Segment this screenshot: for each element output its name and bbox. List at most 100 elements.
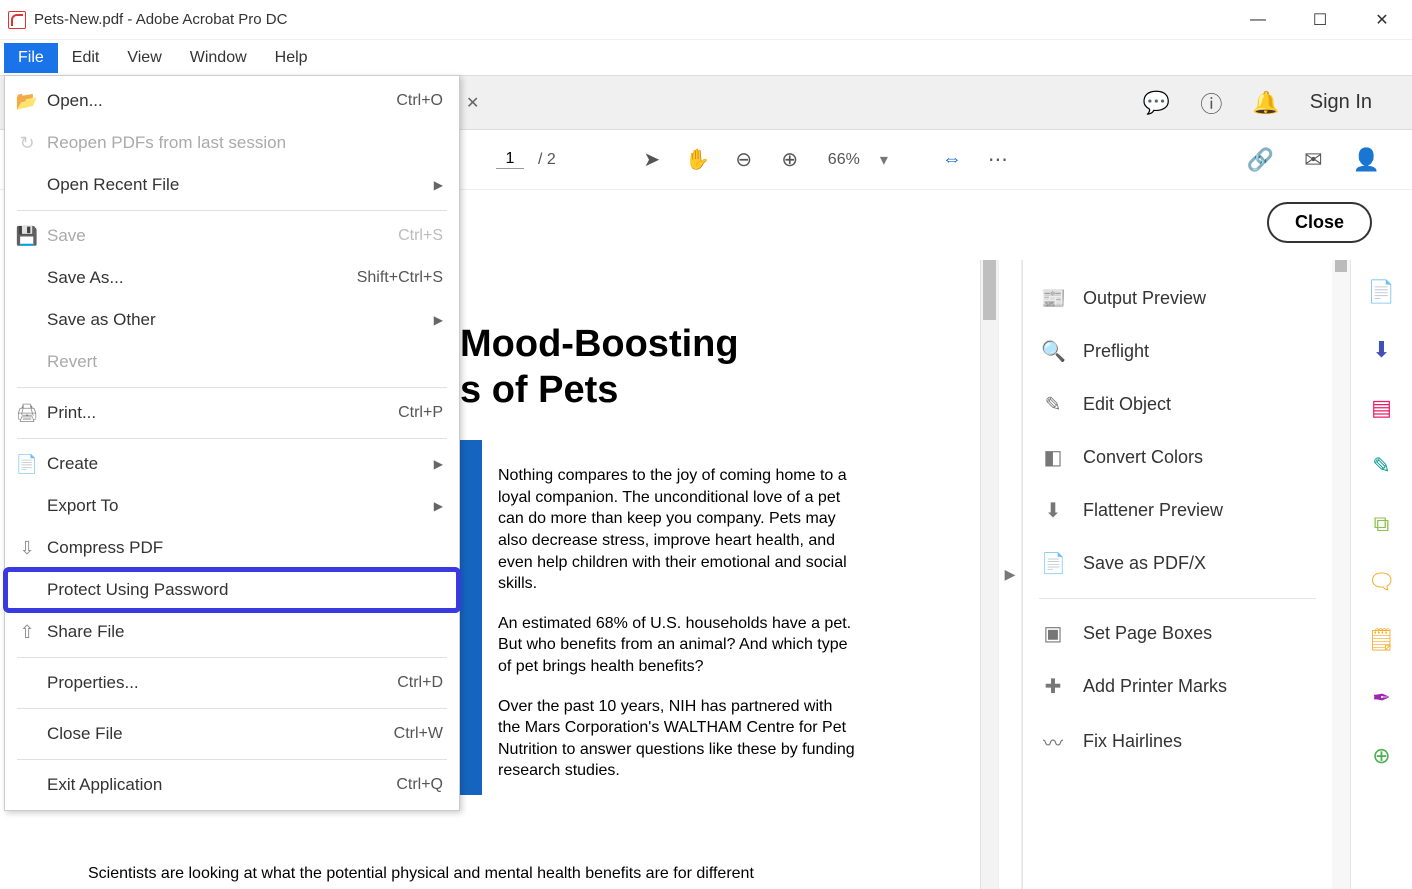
submenu-arrow-icon: ▶ — [434, 499, 443, 513]
menu-print-shortcut: Ctrl+P — [398, 404, 443, 422]
titlebar: Pets-New.pdf - Adobe Acrobat Pro DC — ☐ … — [0, 0, 1412, 40]
menu-saveas-shortcut: Shift+Ctrl+S — [357, 269, 443, 287]
comment-icon[interactable]: 💬 — [1143, 90, 1170, 116]
menu-help[interactable]: Help — [261, 43, 322, 73]
tool-flattener-preview[interactable]: ⬇ Flattener Preview — [1023, 484, 1332, 537]
doc-footer-text: Scientists are looking at what the poten… — [88, 865, 940, 883]
tool-add-printer-marks[interactable]: ✚Add Printer Marks — [1023, 660, 1332, 713]
menu-exit-shortcut: Ctrl+Q — [396, 776, 443, 794]
flattener-icon: ⬇ — [1041, 498, 1065, 523]
menu-close-file-label: Close File — [47, 724, 123, 744]
reopen-icon: ↻ — [15, 133, 39, 154]
menu-share[interactable]: ⇧ Share File — [5, 611, 459, 653]
select-tool-icon[interactable]: ➤ — [636, 144, 668, 176]
mail-icon[interactable]: ✉ — [1304, 147, 1322, 173]
tool-label: Convert Colors — [1083, 447, 1203, 468]
tool-output-preview[interactable]: 📰Output Preview — [1023, 272, 1332, 325]
menu-print[interactable]: 🖨 Print... Ctrl+P — [5, 392, 459, 434]
save-pdfx-icon: 📄 — [1041, 551, 1065, 576]
strip-sign-icon[interactable]: ✒ — [1368, 684, 1396, 712]
menu-create-label: Create — [47, 454, 98, 474]
panel-scroll-thumb[interactable] — [1335, 260, 1347, 272]
zoom-dropdown-icon[interactable]: ▾ — [880, 150, 888, 170]
menu-properties-shortcut: Ctrl+D — [397, 674, 443, 692]
window-title: Pets-New.pdf - Adobe Acrobat Pro DC — [34, 11, 287, 28]
menu-export[interactable]: Export To ▶ — [5, 485, 459, 527]
menu-saveother[interactable]: Save as Other ▶ — [5, 299, 459, 341]
close-window-button[interactable]: ✕ — [1372, 10, 1392, 30]
link-icon[interactable]: 🔗 — [1247, 147, 1274, 173]
strip-comment-icon[interactable]: 🗨 — [1368, 568, 1396, 596]
bell-icon[interactable]: 🔔 — [1252, 90, 1279, 116]
menu-open[interactable]: 📂 Open... Ctrl+O — [5, 80, 459, 122]
panel-scrollbar[interactable] — [1332, 260, 1350, 889]
menu-close-file[interactable]: Close File Ctrl+W — [5, 713, 459, 755]
menu-file[interactable]: File — [4, 43, 58, 73]
strip-combine-icon[interactable]: ⧉ — [1368, 510, 1396, 538]
fit-width-icon[interactable]: ⇔ — [936, 144, 968, 176]
more-icon[interactable]: ⋯ — [982, 144, 1014, 176]
page-total: / 2 — [538, 151, 556, 169]
menu-properties[interactable]: Properties... Ctrl+D — [5, 662, 459, 704]
panel-expand-handle[interactable]: ▶ — [998, 260, 1022, 889]
save-icon: 💾 — [15, 226, 39, 247]
tool-label: Save as PDF/X — [1083, 553, 1206, 574]
page-number-input[interactable] — [496, 150, 524, 169]
tool-save-pdfx[interactable]: 📄 Save as PDF/X — [1023, 537, 1332, 590]
menu-recent[interactable]: Open Recent File ▶ — [5, 164, 459, 206]
document-scrollbar[interactable] — [980, 260, 998, 889]
scrollbar-thumb[interactable] — [983, 260, 996, 320]
app-icon — [8, 11, 26, 29]
strip-more-tools-icon[interactable]: ⊕ — [1368, 742, 1396, 770]
zoom-out-icon[interactable]: ⊖ — [728, 144, 760, 176]
menu-saveas-label: Save As... — [47, 268, 124, 288]
tab-close-icon[interactable]: ✕ — [466, 93, 479, 113]
menu-open-label: Open... — [47, 91, 103, 111]
menu-compress-label: Compress PDF — [47, 538, 163, 558]
hand-tool-icon[interactable]: ✋ — [682, 144, 714, 176]
menu-saveother-label: Save as Other — [47, 310, 156, 330]
right-icon-strip: 📄 ⬇ ▤ ✎ ⧉ 🗨 🗒 ✒ ⊕ — [1350, 260, 1412, 889]
menu-revert-label: Revert — [47, 352, 97, 372]
menu-protect-label: Protect Using Password — [47, 580, 228, 600]
document-body: Nothing compares to the joy of coming ho… — [498, 465, 858, 782]
strip-note-icon[interactable]: 🗒 — [1368, 626, 1396, 654]
strip-organize-icon[interactable]: ▤ — [1368, 394, 1396, 422]
help-icon[interactable]: ⓘ — [1200, 87, 1222, 119]
submenu-arrow-icon: ▶ — [434, 178, 443, 192]
document-title: Mood-Boosting s of Pets — [460, 322, 950, 413]
menu-save-shortcut: Ctrl+S — [398, 227, 443, 245]
minimize-button[interactable]: — — [1248, 10, 1268, 30]
add-person-icon[interactable]: 👤 — [1353, 147, 1380, 173]
maximize-button[interactable]: ☐ — [1310, 10, 1330, 30]
tool-edit-object[interactable]: ✎Edit Object — [1023, 378, 1332, 431]
menu-create[interactable]: 📄 Create ▶ — [5, 443, 459, 485]
menu-view[interactable]: View — [113, 43, 175, 73]
menu-saveas[interactable]: Save As... Shift+Ctrl+S — [5, 257, 459, 299]
doc-title-line1: Mood-Boosting — [460, 323, 739, 365]
print-icon: 🖨 — [15, 403, 39, 424]
tool-fix-hairlines[interactable]: 〰Fix Hairlines — [1023, 713, 1332, 770]
menu-recent-label: Open Recent File — [47, 175, 179, 195]
tool-label: Flattener Preview — [1083, 500, 1223, 521]
menu-compress[interactable]: ⇩ Compress PDF — [5, 527, 459, 569]
menu-protect-password[interactable]: Protect Using Password — [5, 569, 459, 611]
menu-edit[interactable]: Edit — [58, 43, 114, 73]
close-panel-button[interactable]: Close — [1267, 202, 1372, 243]
tool-set-page-boxes[interactable]: ▣Set Page Boxes — [1023, 607, 1332, 660]
menubar: File Edit View Window Help — [0, 40, 1412, 75]
sign-in-button[interactable]: Sign In — [1310, 91, 1372, 114]
zoom-in-icon[interactable]: ⊕ — [774, 144, 806, 176]
tool-label: Edit Object — [1083, 394, 1171, 415]
submenu-arrow-icon: ▶ — [434, 313, 443, 327]
menu-exit[interactable]: Exit Application Ctrl+Q — [5, 764, 459, 806]
tool-convert-colors[interactable]: ◧Convert Colors — [1023, 431, 1332, 484]
strip-edit-pdf-icon[interactable]: ✎ — [1368, 452, 1396, 480]
strip-create-pdf-icon[interactable]: 📄 — [1368, 278, 1396, 306]
tool-preflight[interactable]: 🔍Preflight — [1023, 325, 1332, 378]
strip-export-icon[interactable]: ⬇ — [1368, 336, 1396, 364]
menu-close-file-shortcut: Ctrl+W — [394, 725, 443, 743]
zoom-value[interactable]: 66% — [828, 151, 860, 169]
menu-window[interactable]: Window — [176, 43, 261, 73]
file-dropdown: 📂 Open... Ctrl+O ↻ Reopen PDFs from last… — [4, 75, 460, 811]
